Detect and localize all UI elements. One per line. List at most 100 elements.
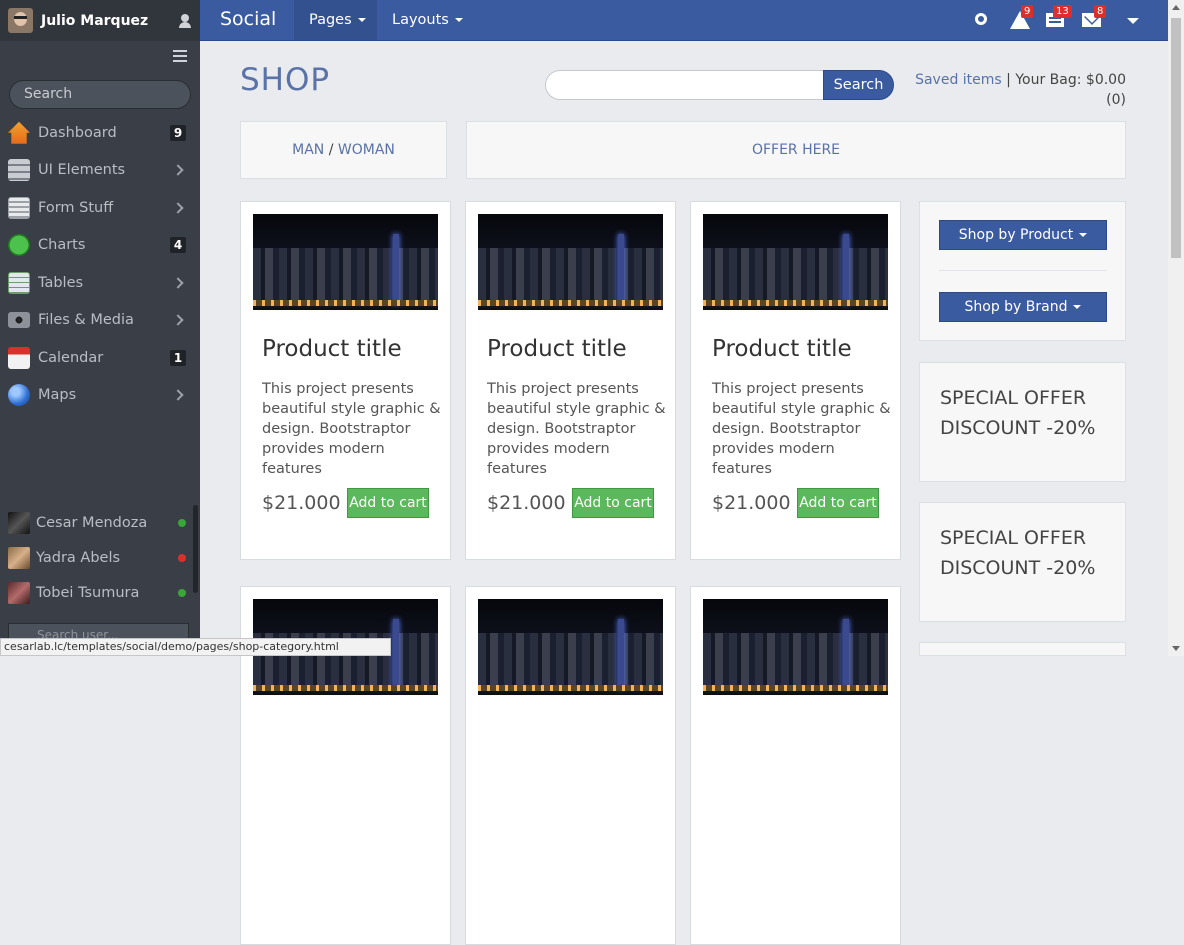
add-to-cart-button[interactable]: Add to cart bbox=[347, 488, 429, 518]
product-description: This project presents beautiful style gr… bbox=[487, 381, 666, 477]
contact-name: Yadra Abels bbox=[36, 549, 121, 566]
offer-banner[interactable]: OFFER HERE bbox=[466, 121, 1126, 179]
status-dot bbox=[178, 553, 186, 562]
sidebar-item-label: UI Elements bbox=[38, 162, 126, 179]
menu-toggle-icon[interactable] bbox=[173, 50, 187, 62]
home-icon bbox=[8, 121, 30, 144]
page-scrollbar[interactable] bbox=[1168, 0, 1184, 656]
chart-icon bbox=[8, 234, 30, 257]
globe-icon bbox=[8, 384, 30, 407]
sidebar-search-input[interactable]: Search bbox=[9, 80, 191, 109]
product-image[interactable] bbox=[703, 599, 888, 695]
mail-badge: 8 bbox=[1094, 5, 1107, 18]
woman-link[interactable]: WOMAN bbox=[338, 142, 395, 158]
man-link[interactable]: MAN bbox=[292, 142, 324, 158]
tower-light bbox=[618, 619, 624, 689]
nav-layouts-dropdown[interactable]: Layouts bbox=[392, 0, 463, 40]
product-image[interactable] bbox=[253, 214, 438, 310]
shop-by-brand-label: Shop by Brand bbox=[964, 299, 1068, 315]
product-price: $21.000 bbox=[487, 492, 566, 514]
caret-down-icon bbox=[1073, 305, 1082, 309]
sidebar-item-maps[interactable]: Maps bbox=[0, 377, 200, 415]
status-url: cesarlab.lc/templates/social/demo/pages/… bbox=[0, 638, 391, 656]
product-description: This project presents beautiful style gr… bbox=[262, 381, 441, 477]
shop-search-input[interactable] bbox=[545, 70, 825, 100]
sidebar-item-label: Calendar bbox=[38, 349, 104, 366]
nav-pages-dropdown[interactable]: Pages bbox=[294, 0, 377, 40]
caret-down-icon bbox=[1079, 233, 1088, 237]
special-offer-panel[interactable]: SPECIAL OFFER DISCOUNT -20% bbox=[919, 362, 1126, 482]
scroll-thumb[interactable] bbox=[1171, 18, 1181, 258]
tower-light bbox=[618, 234, 624, 304]
sidebar-item-ui-elements[interactable]: UI Elements bbox=[0, 152, 200, 190]
sidebar-item-charts[interactable]: Charts 4 bbox=[0, 227, 200, 265]
user-icon[interactable] bbox=[178, 13, 192, 28]
user-name[interactable]: Julio Marquez bbox=[41, 13, 178, 29]
sidebar-item-label: Files & Media bbox=[38, 312, 134, 329]
bag-total[interactable]: Your Bag: $0.00 bbox=[1015, 72, 1126, 88]
count-badge: 9 bbox=[170, 124, 186, 141]
bag-summary: Saved items | Your Bag: $0.00 (0) bbox=[905, 70, 1126, 110]
contact-name: Cesar Mendoza bbox=[36, 514, 148, 531]
chevron-right-icon bbox=[172, 389, 184, 401]
sidebar-item-calendar[interactable]: Calendar 1 bbox=[0, 339, 200, 377]
tower-light bbox=[393, 234, 399, 304]
contact-item[interactable]: Yadra Abels bbox=[0, 540, 200, 575]
add-to-cart-button[interactable]: Add to cart bbox=[797, 488, 879, 518]
gender-separator: / bbox=[328, 142, 334, 158]
product-image[interactable] bbox=[478, 214, 663, 310]
product-title[interactable]: Product title bbox=[487, 336, 627, 362]
add-to-cart-button[interactable]: Add to cart bbox=[572, 488, 654, 518]
offer-here-label: OFFER HERE bbox=[751, 142, 841, 158]
caret-down-icon bbox=[357, 18, 366, 22]
chevron-right-icon bbox=[172, 164, 184, 176]
product-card bbox=[690, 586, 901, 945]
count-badge: 4 bbox=[170, 237, 186, 254]
form-icon bbox=[8, 196, 30, 219]
contact-item[interactable]: Tobei Tsumura bbox=[0, 575, 200, 610]
nav-pages-label: Pages bbox=[309, 12, 352, 28]
gender-banner: MAN / WOMAN bbox=[240, 121, 447, 179]
gear-icon[interactable] bbox=[975, 13, 987, 25]
product-price: $21.000 bbox=[712, 492, 791, 514]
chevron-right-icon bbox=[172, 277, 184, 289]
product-title[interactable]: Product title bbox=[712, 336, 852, 362]
count-badge: 1 bbox=[170, 349, 186, 366]
contact-item[interactable]: Cesar Mendoza bbox=[0, 505, 200, 540]
shop-by-product-label: Shop by Product bbox=[958, 227, 1074, 243]
product-price: $21.000 bbox=[262, 492, 341, 514]
special-offer-line2: DISCOUNT -20% bbox=[940, 557, 1096, 579]
search-button[interactable]: Search bbox=[823, 70, 894, 100]
shop-by-product-button[interactable]: Shop by Product bbox=[939, 220, 1107, 250]
avatar[interactable] bbox=[8, 8, 33, 33]
sidebar-scrollbar[interactable] bbox=[193, 505, 198, 593]
sidebar-item-files-media[interactable]: Files & Media bbox=[0, 302, 200, 340]
scroll-up-icon[interactable] bbox=[1172, 5, 1180, 10]
sidebar-item-label: Charts bbox=[38, 237, 86, 254]
side-panel bbox=[919, 642, 1126, 656]
sidebar: Julio Marquez Search Dashboard 9 UI Elem… bbox=[0, 0, 200, 656]
chevron-down-icon[interactable] bbox=[1127, 18, 1139, 24]
sidebar-item-form-stuff[interactable]: Form Stuff bbox=[0, 189, 200, 227]
product-card: Product title This project presents beau… bbox=[240, 201, 451, 560]
user-header: Julio Marquez bbox=[0, 0, 200, 41]
product-image[interactable] bbox=[478, 599, 663, 695]
news-badge: 13 bbox=[1053, 5, 1072, 18]
sidebar-item-dashboard[interactable]: Dashboard 9 bbox=[0, 114, 200, 152]
bag-count: (0) bbox=[1106, 92, 1126, 108]
product-description: This project presents beautiful style gr… bbox=[712, 381, 891, 477]
scroll-down-icon[interactable] bbox=[1172, 646, 1180, 651]
sidebar-item-label: Tables bbox=[38, 274, 84, 291]
sidebar-menu: Dashboard 9 UI Elements Form Stuff Chart… bbox=[0, 114, 200, 414]
special-offer-panel[interactable]: SPECIAL OFFER DISCOUNT -20% bbox=[919, 502, 1126, 622]
brand-title[interactable]: Social bbox=[220, 8, 276, 30]
ui-elements-icon bbox=[8, 159, 30, 182]
table-icon bbox=[8, 271, 30, 294]
product-title[interactable]: Product title bbox=[262, 336, 402, 362]
saved-items-link[interactable]: Saved items bbox=[915, 72, 1002, 88]
shop-by-brand-button[interactable]: Shop by Brand bbox=[939, 292, 1107, 322]
alerts-badge: 9 bbox=[1021, 5, 1034, 18]
product-image[interactable] bbox=[703, 214, 888, 310]
avatar bbox=[8, 511, 30, 534]
sidebar-item-tables[interactable]: Tables bbox=[0, 264, 200, 302]
